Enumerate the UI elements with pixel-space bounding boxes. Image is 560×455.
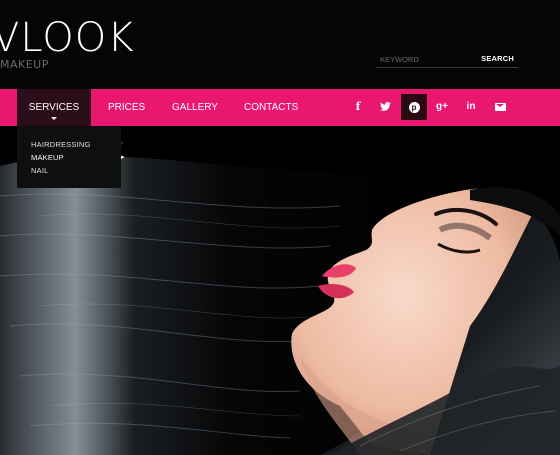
dropdown-item-makeup[interactable]: MAKEUP <box>31 153 64 162</box>
search-bar: SEARCH <box>376 52 518 68</box>
nav-item-contacts[interactable]: CONTACTS <box>244 89 298 126</box>
nav-item-label: SERVICES <box>28 102 80 113</box>
nav-item-prices[interactable]: PRICES <box>108 89 145 126</box>
dropdown-item-nail[interactable]: NAIL <box>31 166 48 175</box>
search-button[interactable]: SEARCH <box>481 54 514 63</box>
site-logo[interactable]: VLOOK <box>0 18 134 58</box>
facebook-icon[interactable]: f <box>345 94 371 120</box>
chevron-right-icon: › <box>121 140 124 147</box>
nav-item-gallery[interactable]: GALLERY <box>172 89 218 126</box>
pinterest-icon[interactable]: p <box>401 94 427 120</box>
site-tagline: MAKEUP <box>0 58 49 71</box>
site-header: VLOOK MAKEUP SEARCH <box>0 0 560 89</box>
pinterest-glyph: p <box>408 101 420 113</box>
linkedin-icon[interactable]: in <box>458 94 484 120</box>
search-input[interactable] <box>380 53 476 66</box>
twitter-icon[interactable] <box>372 94 398 120</box>
caret-down-icon <box>51 117 57 120</box>
chevron-right-icon: ▸ <box>121 154 125 161</box>
envelope-icon[interactable] <box>487 94 513 120</box>
google-plus-icon[interactable]: g+ <box>429 94 455 120</box>
nav-item-services[interactable]: SERVICES <box>17 89 91 126</box>
dropdown-item-hairdressing[interactable]: HAIRDRESSING <box>31 140 91 149</box>
services-dropdown: HAIRDRESSING › MAKEUP ▸ NAIL <box>17 126 125 188</box>
